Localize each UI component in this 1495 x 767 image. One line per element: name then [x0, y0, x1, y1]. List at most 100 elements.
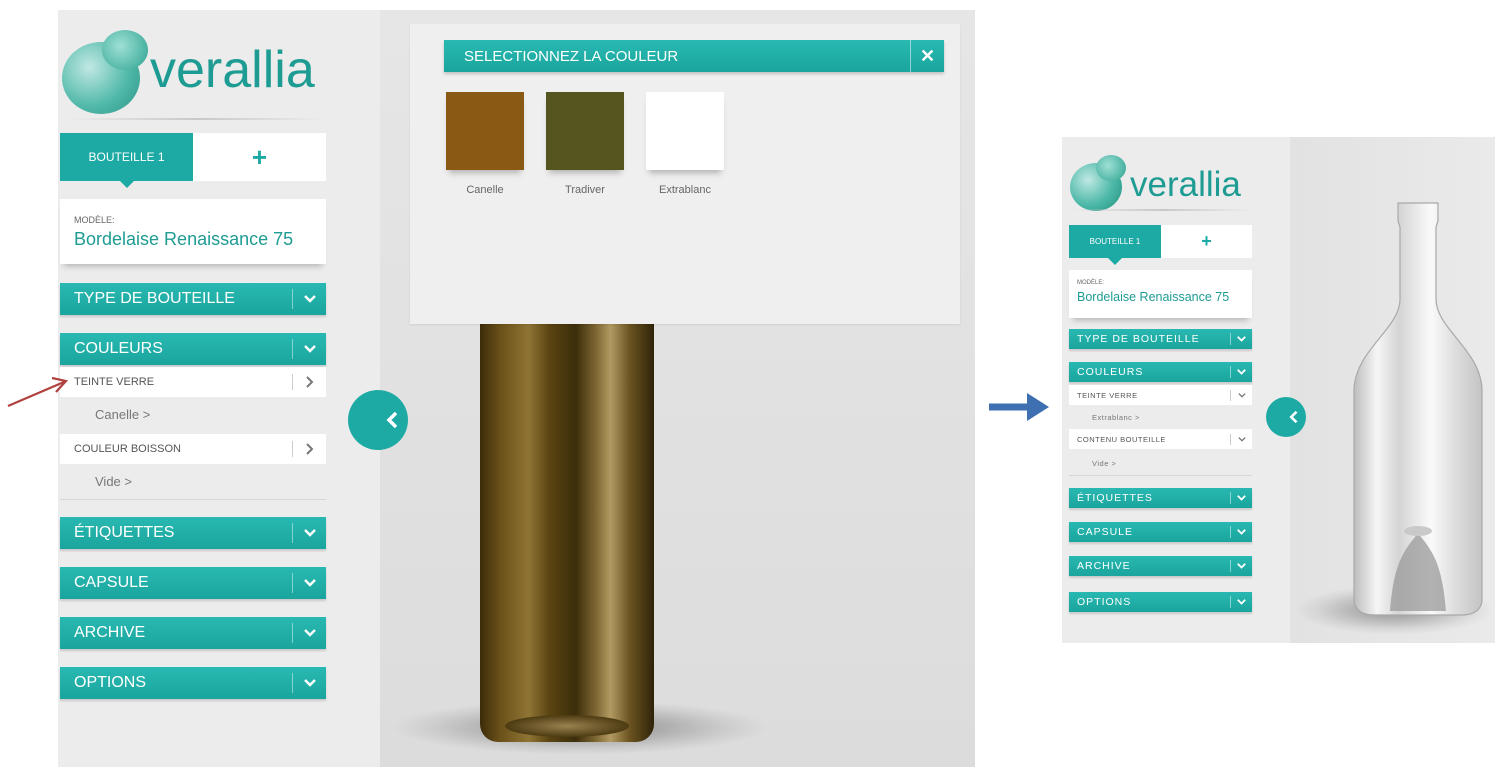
chevron-left-icon	[1289, 410, 1298, 424]
menu-options[interactable]: OPTIONS	[1069, 592, 1252, 612]
bottle-viewport	[1290, 137, 1495, 643]
model-label: MODÈLE:	[1077, 280, 1105, 286]
row-teinte-verre-label: TEINTE VERRE	[74, 376, 155, 388]
plus-icon: +	[1201, 231, 1212, 251]
red-arrow-icon	[7, 376, 69, 408]
swatch-canelle[interactable]	[446, 92, 524, 170]
chevron-down-icon	[1230, 366, 1252, 378]
menu-type-bouteille[interactable]: TYPE DE BOUTEILLE	[1069, 329, 1252, 349]
menu-couleurs[interactable]: COULEURS	[1069, 362, 1252, 382]
model-value: Bordelaise Renaissance 75	[74, 229, 294, 249]
model-box: MODÈLE: Bordelaise Renaissance 75	[60, 199, 326, 264]
close-icon[interactable]: ✕	[910, 40, 944, 72]
logo-bubble-small-icon	[102, 30, 148, 70]
chevron-down-icon	[292, 673, 326, 693]
chevron-down-icon	[1230, 596, 1252, 608]
popup-header: SELECTIONNEZ LA COULEUR ✕	[444, 40, 944, 72]
collapse-sidebar-button[interactable]	[348, 390, 408, 450]
row-contenu-bouteille[interactable]: CONTENU BOUTEILLE	[1069, 429, 1252, 449]
model-label: MODÈLE:	[74, 215, 115, 225]
menu-etiquettes[interactable]: ÉTIQUETTES	[60, 517, 326, 549]
menu-options[interactable]: OPTIONS	[60, 667, 326, 699]
chevron-down-icon	[1230, 560, 1252, 572]
chevron-down-icon	[1230, 492, 1252, 504]
chevron-down-icon	[292, 339, 326, 359]
menu-divider	[60, 499, 326, 500]
menu-etiquettes[interactable]: ÉTIQUETTES	[1069, 488, 1252, 508]
menu-couleurs[interactable]: COULEURS	[60, 333, 326, 365]
menu-capsule-label: CAPSULE	[1077, 526, 1134, 538]
verallia-logo: verallia	[58, 20, 338, 120]
sidebar: verallia BOUTEILLE 1 + MODÈLE: Bordelais…	[1062, 137, 1290, 643]
menu-type-bouteille-label: TYPE DE BOUTEILLE	[74, 290, 235, 307]
tab-bouteille-1[interactable]: BOUTEILLE 1	[1069, 225, 1161, 265]
menu-capsule[interactable]: CAPSULE	[60, 567, 326, 599]
contenu-value-link[interactable]: Vide >	[1092, 459, 1116, 468]
menu-divider	[1069, 475, 1252, 476]
row-teinte-verre[interactable]: TEINTE VERRE	[60, 367, 326, 397]
clear-bottle-image	[1353, 202, 1483, 616]
plus-icon: +	[251, 141, 268, 172]
tab-bouteille-1-label: BOUTEILLE 1	[88, 150, 165, 164]
chevron-right-icon	[292, 440, 326, 458]
menu-couleurs-label: COULEURS	[1077, 366, 1144, 378]
add-bottle-button[interactable]: +	[193, 133, 326, 181]
chevron-down-icon	[1230, 526, 1252, 538]
collapse-sidebar-button[interactable]	[1266, 397, 1306, 437]
menu-archive[interactable]: ARCHIVE	[1069, 556, 1252, 576]
tab-bouteille-1-label: BOUTEILLE 1	[1089, 237, 1141, 246]
row-teinte-verre[interactable]: TEINTE VERRE	[1069, 385, 1252, 405]
logo-text: verallia	[1130, 165, 1241, 204]
color-select-popup: SELECTIONNEZ LA COULEUR ✕ Canelle Tradiv…	[410, 24, 960, 324]
swatch-extrablanc[interactable]	[646, 92, 724, 170]
bottle-image	[480, 310, 654, 742]
logo-divider	[1072, 209, 1252, 211]
boisson-value-link[interactable]: Vide >	[95, 474, 132, 489]
model-value: Bordelaise Renaissance 75	[1077, 290, 1230, 304]
chevron-down-icon	[292, 289, 326, 309]
sidebar: verallia BOUTEILLE 1 + MODÈLE: Bordelais…	[58, 10, 380, 767]
chevron-down-icon	[292, 573, 326, 593]
menu-type-bouteille[interactable]: TYPE DE BOUTEILLE	[60, 283, 326, 315]
swatch-label: Extrablanc	[659, 184, 711, 196]
menu-options-label: OPTIONS	[1077, 596, 1132, 608]
popup-title: SELECTIONNEZ LA COULEUR	[464, 47, 679, 65]
menu-couleurs-label: COULEURS	[74, 340, 163, 357]
menu-type-bouteille-label: TYPE DE BOUTEILLE	[1077, 333, 1200, 345]
teinte-value-link[interactable]: Canelle >	[95, 407, 150, 422]
menu-capsule-label: CAPSULE	[74, 574, 149, 591]
chevron-left-icon	[386, 411, 398, 429]
menu-options-label: OPTIONS	[74, 674, 147, 691]
logo-text: verallia	[150, 41, 315, 99]
row-couleur-boisson[interactable]: COULEUR BOISSON	[60, 434, 326, 464]
chevron-right-icon	[292, 373, 326, 391]
configurator-screenshot-left: verallia BOUTEILLE 1 + MODÈLE: Bordelais…	[58, 10, 975, 767]
model-box: MODÈLE: Bordelaise Renaissance 75	[1069, 270, 1252, 318]
add-bottle-button[interactable]: +	[1161, 225, 1252, 258]
menu-archive-label: ARCHIVE	[1077, 560, 1131, 572]
bottle-punt	[505, 715, 629, 737]
logo-bubble-small-icon	[1096, 155, 1126, 181]
row-contenu-bouteille-label: CONTENU BOUTEILLE	[1077, 434, 1166, 444]
menu-archive[interactable]: ARCHIVE	[60, 617, 326, 649]
teinte-value-link[interactable]: Extrablanc >	[1092, 413, 1140, 422]
logo-divider	[68, 118, 326, 120]
blue-arrow-icon	[989, 393, 1049, 421]
chevron-down-icon	[292, 523, 326, 543]
menu-capsule[interactable]: CAPSULE	[1069, 522, 1252, 542]
chevron-down-icon	[1230, 433, 1252, 445]
verallia-logo: verallia	[1062, 145, 1262, 215]
row-couleur-boisson-label: COULEUR BOISSON	[74, 443, 181, 455]
chevron-down-icon	[1230, 389, 1252, 401]
chevron-down-icon	[292, 623, 326, 643]
row-teinte-verre-label: TEINTE VERRE	[1077, 390, 1138, 400]
menu-archive-label: ARCHIVE	[74, 624, 146, 641]
swatch-label: Tradiver	[565, 184, 605, 196]
tab-bouteille-1[interactable]: BOUTEILLE 1	[60, 133, 193, 188]
chevron-down-icon	[1230, 333, 1252, 345]
swatch-tradiver[interactable]	[546, 92, 624, 170]
swatch-label: Canelle	[466, 184, 504, 196]
configurator-screenshot-right: verallia BOUTEILLE 1 + MODÈLE: Bordelais…	[1062, 137, 1495, 643]
menu-etiquettes-label: ÉTIQUETTES	[74, 524, 175, 541]
menu-etiquettes-label: ÉTIQUETTES	[1077, 492, 1153, 504]
